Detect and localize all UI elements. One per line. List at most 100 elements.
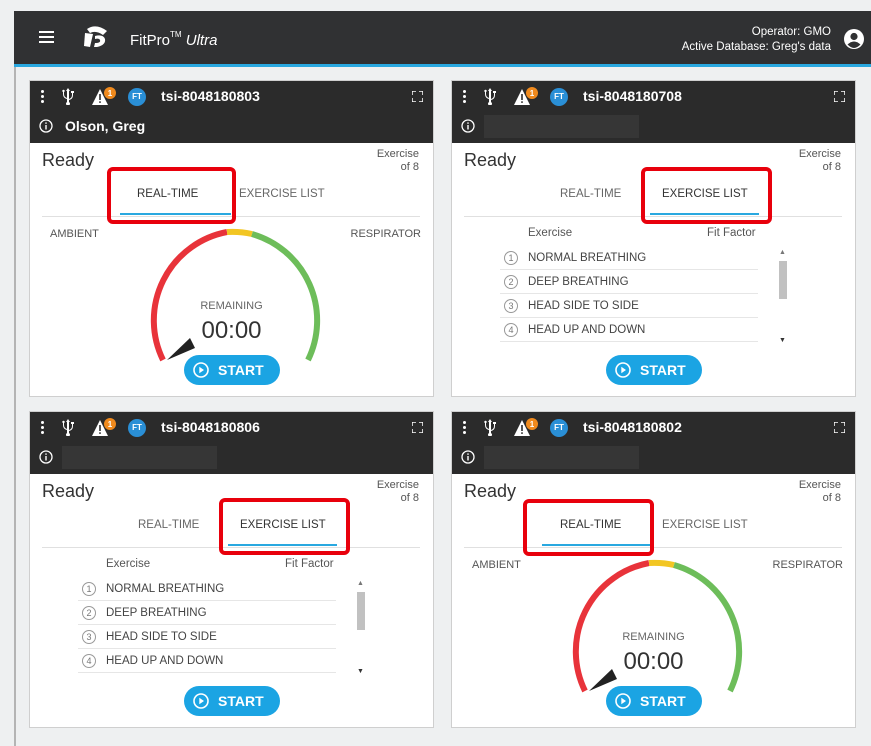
person-name-redacted <box>484 115 639 138</box>
device-panel-2: 1 FT tsi-8048180708 Ready Exercise of 8 R… <box>451 80 856 397</box>
start-label: START <box>640 693 686 709</box>
list-item[interactable]: 4 HEAD UP AND DOWN <box>500 318 758 342</box>
start-button[interactable]: START <box>606 355 702 385</box>
list-scrollbar[interactable]: ▲ ▼ <box>355 580 367 678</box>
fit-factor-column-header: Fit Factor <box>285 558 334 570</box>
gauge-yellow-arc <box>648 559 675 568</box>
list-item[interactable]: 1 NORMAL BREATHING <box>500 246 758 270</box>
remaining-label: REMAINING <box>622 631 685 643</box>
warning-icon[interactable]: 1 <box>513 418 539 438</box>
exercise-name: HEAD SIDE TO SIDE <box>528 300 639 312</box>
tab-exercise-list[interactable]: EXERCISE LIST <box>239 188 325 200</box>
scroll-down-arrow-icon[interactable]: ▼ <box>357 668 364 675</box>
warning-icon[interactable]: 1 <box>513 87 539 107</box>
list-item[interactable]: 2 DEEP BREATHING <box>78 601 336 625</box>
list-scrollbar[interactable]: ▲ ▼ <box>777 249 789 347</box>
person-name: Olson, Greg <box>65 118 146 134</box>
fullscreen-icon[interactable] <box>834 422 845 433</box>
exercise-of: of 8 <box>400 161 419 173</box>
tab-realtime[interactable]: REAL-TIME <box>137 188 198 200</box>
exercise-counter: Exercise of 8 <box>377 479 419 505</box>
list-item[interactable]: 4 HEAD UP AND DOWN <box>78 649 336 673</box>
exercise-label: Exercise <box>376 479 419 491</box>
more-vert-icon[interactable] <box>41 90 45 104</box>
panel-header: 1 FT tsi-8048180802 <box>452 412 855 474</box>
ambient-label: AMBIENT <box>50 228 99 240</box>
info-icon[interactable] <box>39 119 53 133</box>
exercise-label: Exercise <box>798 479 841 491</box>
device-panel-3: 1 FT tsi-8048180806 Ready Exercise of 8 R… <box>29 411 434 728</box>
start-button[interactable]: START <box>184 686 280 716</box>
active-tab-indicator <box>120 213 231 215</box>
fullscreen-icon[interactable] <box>412 91 423 102</box>
window-frame-left <box>14 67 16 746</box>
exercise-name: NORMAL BREATHING <box>528 252 647 264</box>
more-vert-icon[interactable] <box>41 421 45 435</box>
scrollbar-thumb[interactable] <box>779 261 787 299</box>
person-name-redacted <box>62 446 217 469</box>
step-number: 3 <box>504 299 518 313</box>
list-item[interactable]: 1 NORMAL BREATHING <box>78 577 336 601</box>
status-text: Ready <box>42 150 95 170</box>
app-header: FitProTM Ultra Operator: GMO Active Data… <box>14 11 871 67</box>
account-circle-icon[interactable] <box>843 28 865 50</box>
exercise-list: 1 NORMAL BREATHING 2 DEEP BREATHING 3 HEAD … <box>78 577 336 673</box>
fullscreen-icon[interactable] <box>412 422 423 433</box>
warning-icon[interactable]: 1 <box>91 418 117 438</box>
status-text: Ready <box>464 150 517 170</box>
play-circle-icon <box>193 693 209 709</box>
more-vert-icon[interactable] <box>463 90 467 104</box>
warning-count: 1 <box>108 420 113 429</box>
device-id: tsi-8048180708 <box>583 88 682 104</box>
exercise-label: Exercise <box>376 148 419 160</box>
hamburger-icon[interactable] <box>39 31 54 43</box>
info-icon[interactable] <box>461 450 475 464</box>
start-button[interactable]: START <box>606 686 702 716</box>
exercise-of: of 8 <box>822 161 841 173</box>
list-item[interactable]: 3 HEAD SIDE TO SIDE <box>78 625 336 649</box>
tab-realtime[interactable]: REAL-TIME <box>138 519 199 531</box>
scroll-up-arrow-icon[interactable]: ▲ <box>357 580 364 587</box>
brand-trademark: TM <box>170 30 182 39</box>
ft-badge: FT <box>550 419 568 437</box>
warning-count: 1 <box>108 89 113 98</box>
active-database-line: Active Database: Greg's data <box>681 41 831 53</box>
exercise-name: HEAD SIDE TO SIDE <box>106 631 217 643</box>
panel-header: 1 FT tsi-8048180803 Olson, Greg <box>30 81 433 143</box>
step-number: 3 <box>82 630 96 644</box>
remaining-label: REMAINING <box>200 300 263 312</box>
fullscreen-icon[interactable] <box>834 91 845 102</box>
panel-header: 1 FT tsi-8048180708 <box>452 81 855 143</box>
panel-header: 1 FT tsi-8048180806 <box>30 412 433 474</box>
fit-factor-column-header: Fit Factor <box>707 227 756 239</box>
play-circle-icon <box>615 693 631 709</box>
ft-badge: FT <box>128 88 146 106</box>
info-icon[interactable] <box>39 450 53 464</box>
respirator-label: RESPIRATOR <box>772 559 844 571</box>
tab-realtime[interactable]: REAL-TIME <box>560 519 621 531</box>
list-item[interactable]: 2 DEEP BREATHING <box>500 270 758 294</box>
usb-icon <box>484 419 496 436</box>
exercise-name: HEAD UP AND DOWN <box>106 655 224 667</box>
start-button[interactable]: START <box>184 355 280 385</box>
app-brand: FitProTM Ultra <box>130 30 217 49</box>
info-icon[interactable] <box>461 119 475 133</box>
tab-exercise-list[interactable]: EXERCISE LIST <box>240 519 326 531</box>
scroll-down-arrow-icon[interactable]: ▼ <box>779 337 786 344</box>
exercise-of: of 8 <box>822 492 841 504</box>
device-id: tsi-8048180803 <box>161 88 260 104</box>
tab-exercise-list[interactable]: EXERCISE LIST <box>662 519 748 531</box>
warning-count: 1 <box>530 420 535 429</box>
tab-realtime[interactable]: REAL-TIME <box>560 188 621 200</box>
panel-tabs: REAL-TIME EXERCISE LIST <box>42 178 420 217</box>
exercise-name: NORMAL BREATHING <box>106 583 225 595</box>
usb-icon <box>62 88 74 105</box>
start-label: START <box>640 362 686 378</box>
scroll-up-arrow-icon[interactable]: ▲ <box>779 249 786 256</box>
list-item[interactable]: 3 HEAD SIDE TO SIDE <box>500 294 758 318</box>
more-vert-icon[interactable] <box>463 421 467 435</box>
scrollbar-thumb[interactable] <box>357 592 365 630</box>
warning-icon[interactable]: 1 <box>91 87 117 107</box>
tab-exercise-list[interactable]: EXERCISE LIST <box>662 188 748 200</box>
operator-line: Operator: GMO <box>751 26 831 38</box>
